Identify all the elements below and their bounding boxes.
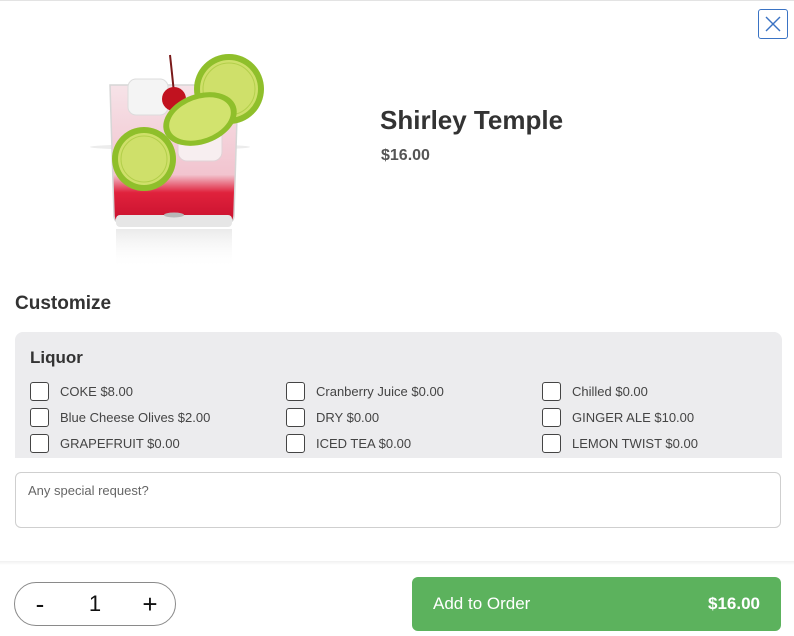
checkbox[interactable] — [30, 407, 49, 427]
option-dry[interactable]: DRY $0.00 — [286, 407, 379, 427]
option-cranberry-juice[interactable]: Cranberry Juice $0.00 — [286, 381, 444, 401]
option-ginger-ale[interactable]: GINGER ALE $10.00 — [542, 407, 694, 427]
increment-button[interactable]: + — [139, 591, 161, 617]
option-chilled[interactable]: Chilled $0.00 — [542, 381, 648, 401]
option-group-liquor: Liquor COKE $8.00 Cranberry Juice $0.00 … — [15, 332, 782, 458]
checkbox[interactable] — [286, 433, 305, 453]
checkbox[interactable] — [30, 433, 49, 453]
option-label: COKE $8.00 — [60, 383, 133, 399]
option-grapefruit[interactable]: GRAPEFRUIT $0.00 — [30, 433, 180, 453]
option-label: GRAPEFRUIT $0.00 — [60, 435, 180, 451]
option-label: GINGER ALE $10.00 — [572, 409, 695, 425]
decrement-button[interactable]: - — [29, 591, 51, 617]
checkbox[interactable] — [542, 407, 561, 427]
add-to-order-button[interactable]: Add to Order $16.00 — [412, 577, 781, 631]
option-lemon-twist[interactable]: LEMON TWIST $0.00 — [542, 433, 698, 453]
close-button[interactable] — [758, 9, 788, 39]
item-modal: Shirley Temple $16.00 Customize Liquor C… — [0, 0, 794, 636]
checkbox[interactable] — [286, 381, 305, 401]
checkbox[interactable] — [542, 433, 561, 453]
option-coke[interactable]: COKE $8.00 — [30, 381, 133, 401]
option-label: Cranberry Juice $0.00 — [316, 383, 444, 399]
option-label: ICED TEA $0.00 — [316, 435, 412, 451]
option-group-title: Liquor — [30, 348, 83, 367]
quantity-stepper: - 1 + — [14, 582, 176, 626]
add-to-order-price: $16.00 — [708, 594, 760, 613]
option-label: LEMON TWIST $0.00 — [572, 435, 698, 451]
option-label: Blue Cheese Olives $2.00 — [60, 409, 211, 425]
checkbox[interactable] — [286, 407, 305, 427]
checkbox[interactable] — [30, 381, 49, 401]
product-image — [90, 54, 264, 269]
option-label: DRY $0.00 — [316, 409, 380, 425]
checkbox[interactable] — [542, 381, 561, 401]
option-blue-cheese-olives[interactable]: Blue Cheese Olives $2.00 — [30, 407, 210, 427]
option-label: Chilled $0.00 — [572, 383, 648, 399]
footer-divider — [0, 561, 794, 565]
special-request-input[interactable] — [15, 472, 781, 528]
product-name: Shirley Temple — [380, 105, 564, 135]
close-icon — [765, 16, 781, 32]
product-price: $16.00 — [381, 147, 430, 164]
add-to-order-label: Add to Order — [433, 594, 531, 613]
quantity-value: 1 — [88, 591, 102, 616]
customize-title: Customize — [15, 293, 112, 314]
option-iced-tea[interactable]: ICED TEA $0.00 — [286, 433, 411, 453]
